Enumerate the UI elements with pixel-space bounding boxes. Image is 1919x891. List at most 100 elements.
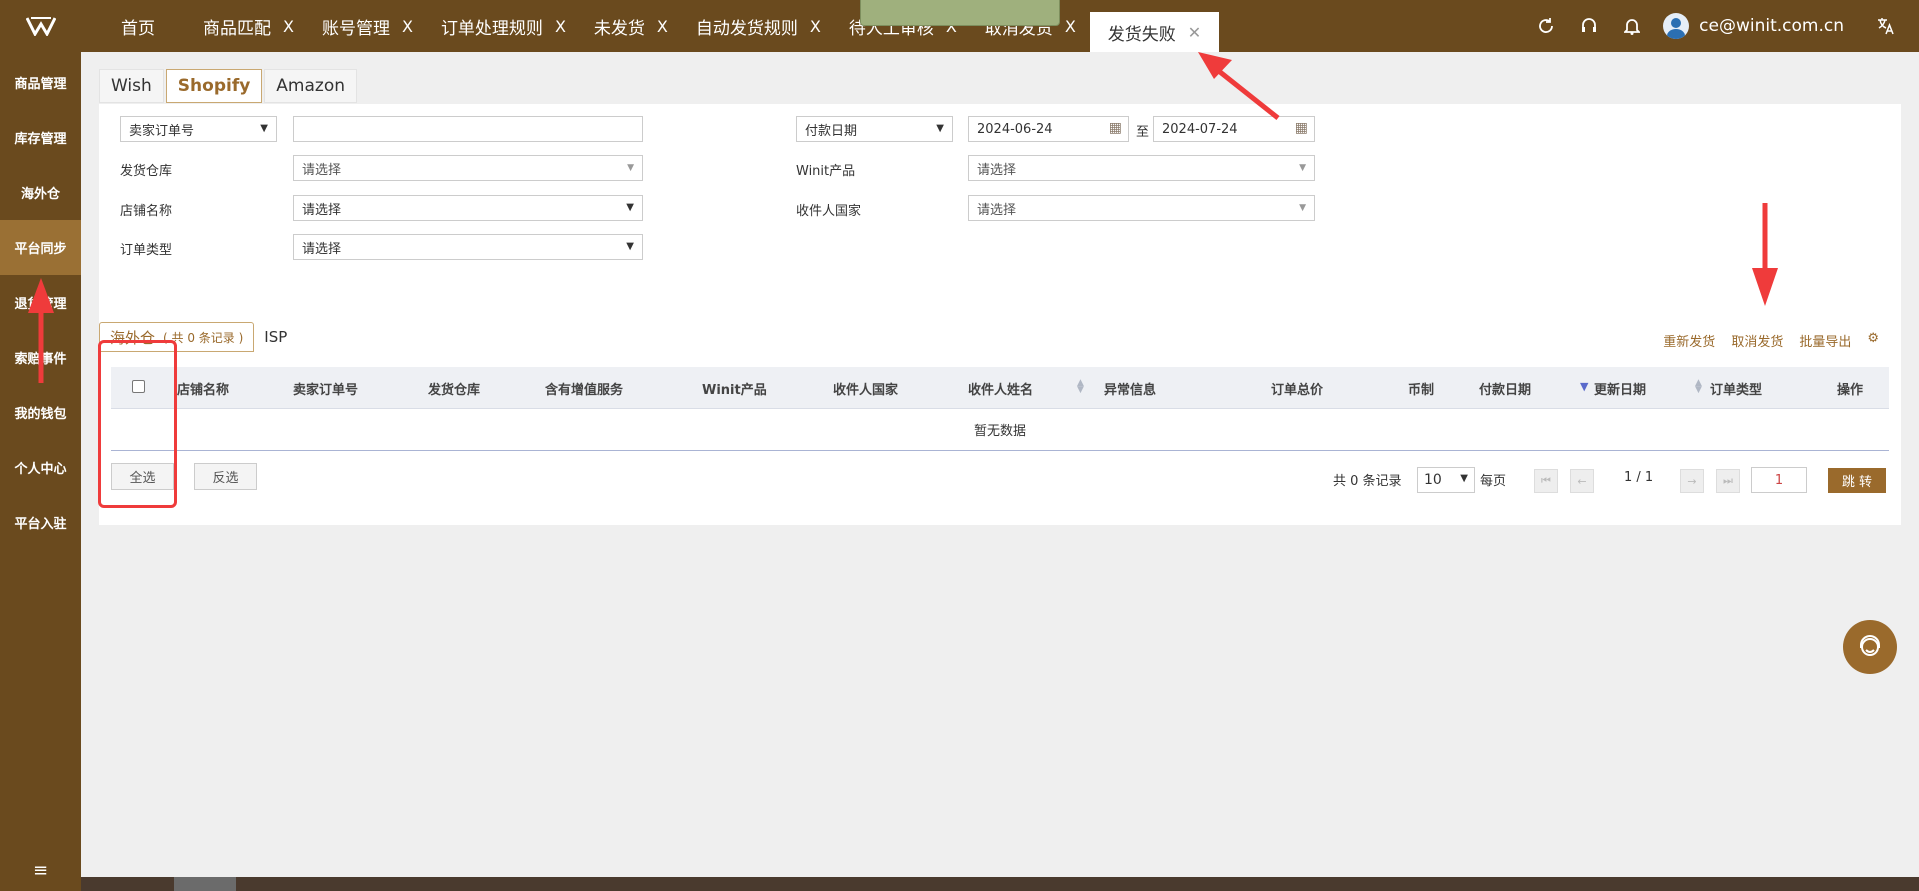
- product-select[interactable]: 请选择 ▼: [968, 155, 1315, 181]
- last-page-icon[interactable]: ⏭: [1716, 469, 1740, 493]
- select-value: 请选择: [302, 202, 342, 218]
- table-header: 店铺名称 卖家订单号 发货仓库 含有增值服务 Winit产品 收件人国家 收件人…: [111, 367, 1889, 409]
- order-no-type-select[interactable]: 卖家订单号 ▼: [120, 116, 277, 142]
- sidebar-item-inventory[interactable]: 库存管理: [0, 110, 81, 165]
- sort-icon[interactable]: ▲ ▼: [1695, 379, 1702, 395]
- store-label: 店铺名称: [120, 204, 173, 219]
- tab-label: 商品匹配: [203, 18, 271, 39]
- jump-page-input[interactable]: 1: [1751, 467, 1807, 493]
- close-icon[interactable]: X: [402, 17, 413, 36]
- cancel-ship-button[interactable]: 取消发货: [1731, 331, 1783, 350]
- tab-label: 未发货: [593, 18, 645, 39]
- tab-shopify[interactable]: Shopify: [165, 69, 263, 103]
- select-value: 卖家订单号: [129, 123, 195, 139]
- close-icon[interactable]: X: [1065, 17, 1076, 36]
- refresh-icon[interactable]: [1524, 0, 1567, 52]
- col-recipient-name[interactable]: 收件人姓名: [968, 379, 1033, 398]
- tab-label: ISP: [264, 328, 288, 346]
- tab-home[interactable]: 首页: [103, 0, 189, 52]
- reship-button[interactable]: 重新发货: [1663, 331, 1715, 350]
- gear-icon[interactable]: ⚙: [1867, 331, 1879, 350]
- col-update-date[interactable]: 更新日期: [1594, 379, 1646, 398]
- close-icon[interactable]: X: [555, 17, 566, 36]
- prev-page-icon[interactable]: ←: [1570, 469, 1594, 493]
- calendar-icon[interactable]: ▦: [1109, 120, 1122, 136]
- sidebar-item-platform-onboard[interactable]: 平台入驻: [0, 495, 81, 550]
- taskbar-app: [174, 877, 236, 891]
- tab-wish[interactable]: Wish: [99, 69, 164, 103]
- taskbar-strip: [81, 877, 1919, 891]
- order-no-input[interactable]: [293, 116, 643, 142]
- order-type-label: 订单类型: [120, 243, 173, 258]
- col-order-type: 订单类型: [1710, 383, 1763, 398]
- close-icon[interactable]: X: [283, 17, 294, 36]
- store-select[interactable]: 请选择 ▼: [293, 195, 643, 221]
- col-currency: 币制: [1408, 383, 1435, 398]
- result-actions: 重新发货 取消发货 批量导出 ⚙: [1647, 331, 1879, 350]
- input-value: 2024-06-24: [977, 121, 1053, 137]
- page-size-select[interactable]: 10 ▼: [1417, 467, 1475, 493]
- result-panel: 海外仓 ( 共 0 条记录 ) ISP 重新发货 取消发货 批量导出 ⚙ 店铺名…: [99, 319, 1901, 525]
- sort-icon[interactable]: ▲ ▼: [1077, 379, 1084, 395]
- tab-product-match[interactable]: 商品匹配 X: [189, 0, 308, 52]
- sidebar-item-products[interactable]: 商品管理: [0, 55, 81, 110]
- product-label: Winit产品: [796, 164, 856, 179]
- date-to-input[interactable]: 2024-07-24 ▦: [1153, 116, 1315, 142]
- sidebar-item-platform-sync[interactable]: 平台同步: [0, 220, 81, 275]
- header-actions: ce@winit.com.cn: [1524, 0, 1919, 52]
- customer-service-icon[interactable]: [1843, 620, 1897, 674]
- sidebar-item-profile[interactable]: 个人中心: [0, 440, 81, 495]
- select-value: 10: [1424, 472, 1442, 488]
- col-actions: 操作: [1837, 383, 1864, 398]
- chevron-down-icon: ▼: [626, 202, 634, 213]
- translate-icon[interactable]: [1864, 0, 1907, 52]
- chevron-down-icon: ▼: [936, 123, 944, 134]
- sidebar-item-claims[interactable]: 索赔事件: [0, 330, 81, 385]
- chevron-down-icon: ▼: [626, 241, 634, 252]
- tab-ship-failed[interactable]: 发货失败 ✕: [1089, 12, 1220, 52]
- input-value: 2024-07-24: [1162, 121, 1238, 137]
- sidebar-item-returns[interactable]: 退货管理: [0, 275, 81, 330]
- per-page-label: 每页: [1480, 474, 1507, 489]
- sidebar-item-wallet[interactable]: 我的钱包: [0, 385, 81, 440]
- country-label: 收件人国家: [796, 204, 862, 219]
- tab-order-rules[interactable]: 订单处理规则 X: [427, 0, 580, 52]
- date-type-select[interactable]: 付款日期 ▼: [796, 116, 953, 142]
- tab-account[interactable]: 账号管理 X: [308, 0, 427, 52]
- warehouse-select[interactable]: 请选择 ▼: [293, 155, 643, 181]
- tab-unshipped[interactable]: 未发货 X: [580, 0, 682, 52]
- annotation-highlight-box: [98, 340, 177, 508]
- sidebar: 商品管理 库存管理 海外仓 平台同步 退货管理 索赔事件 我的钱包 个人中心 平…: [0, 52, 81, 891]
- sidebar-item-overseas-warehouse[interactable]: 海外仓: [0, 165, 81, 220]
- tab-amazon[interactable]: Amazon: [264, 69, 358, 103]
- date-from-input[interactable]: 2024-06-24 ▦: [968, 116, 1129, 142]
- headset-icon[interactable]: [1567, 0, 1610, 52]
- calendar-icon[interactable]: ▦: [1295, 120, 1308, 136]
- next-page-icon[interactable]: →: [1680, 469, 1704, 493]
- batch-export-button[interactable]: 批量导出: [1799, 331, 1851, 350]
- col-payment-date[interactable]: 付款日期: [1479, 379, 1531, 398]
- logo[interactable]: [0, 0, 81, 52]
- close-icon[interactable]: X: [810, 17, 821, 36]
- bell-icon[interactable]: [1610, 0, 1653, 52]
- page-info: 1 / 1: [1624, 470, 1654, 485]
- user-menu[interactable]: ce@winit.com.cn: [1663, 13, 1844, 39]
- tab-auto-ship-rules[interactable]: 自动发货规则 X: [682, 0, 835, 52]
- close-icon[interactable]: X: [657, 17, 668, 36]
- select-value: 请选择: [302, 162, 342, 178]
- total-records: 共 0 条记录: [1333, 474, 1402, 489]
- tab-isp[interactable]: ISP: [254, 322, 297, 352]
- col-winit-product: Winit产品: [702, 383, 767, 398]
- col-country: 收件人国家: [833, 383, 899, 398]
- country-select[interactable]: 请选择 ▼: [968, 195, 1315, 221]
- close-icon[interactable]: ✕: [1188, 23, 1201, 42]
- order-type-select[interactable]: 请选择 ▼: [293, 234, 643, 260]
- col-order-no: 卖家订单号: [293, 383, 359, 398]
- sidebar-collapse-icon[interactable]: ≡: [0, 860, 81, 881]
- caret-down-icon: ▼: [627, 163, 634, 173]
- first-page-icon[interactable]: ⏮: [1534, 469, 1558, 493]
- invert-select-button[interactable]: 反选: [194, 463, 257, 490]
- col-total-price: 订单总价: [1271, 383, 1324, 398]
- jump-button[interactable]: 跳 转: [1828, 468, 1886, 493]
- sort-desc-icon[interactable]: ▼: [1580, 381, 1588, 392]
